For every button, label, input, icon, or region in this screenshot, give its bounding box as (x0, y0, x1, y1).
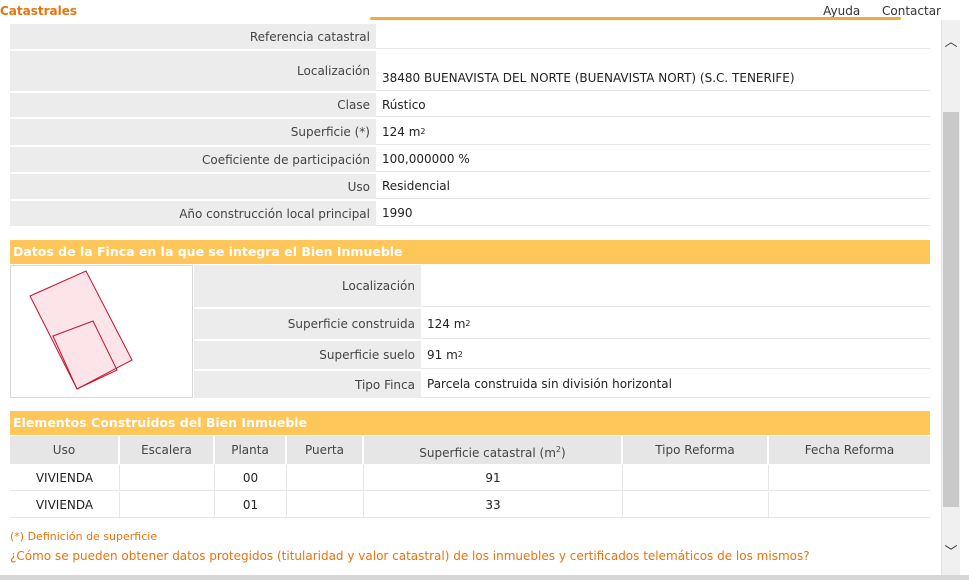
cell-fecha-reforma (769, 465, 930, 491)
cell-planta: 00 (215, 465, 287, 491)
parcel-map[interactable] (10, 265, 193, 398)
parcel-outline-icon (29, 270, 133, 390)
label-superficie-construida: Superficie construida (194, 309, 421, 339)
table-row: VIVIENDA 00 91 (10, 465, 930, 491)
label-finca-localizacion: Localización (194, 265, 421, 307)
header-accent-bar (370, 17, 901, 20)
row-finca-localizacion: Localización (194, 265, 930, 307)
cell-superficie: 33 (364, 492, 623, 518)
label-clase: Clase (10, 93, 376, 117)
label-superficie-suelo: Superficie suelo (194, 341, 421, 369)
top-links: Ayuda Contactar (805, 4, 941, 18)
vertical-scrollbar[interactable]: ︿ ﹀ (941, 20, 960, 575)
cell-uso: VIVIENDA (10, 465, 120, 491)
value-tipo-finca: Parcela construida sin división horizont… (421, 371, 930, 398)
col-header-escalera: Escalera (120, 436, 215, 464)
value-finca-localizacion (421, 265, 930, 307)
app-title: Catastrales (0, 4, 78, 18)
cell-tipo-reforma (623, 465, 769, 491)
label-coeficiente: Coeficiente de participación (10, 147, 376, 172)
cell-tipo-reforma (623, 492, 769, 518)
label-localizacion: Localización (10, 51, 376, 91)
col-header-planta: Planta (215, 436, 287, 464)
value-superficie-suelo-number: 91 m (427, 347, 458, 362)
cell-planta: 01 (215, 492, 287, 518)
value-anio: 1990 (376, 201, 930, 226)
value-superficie-number: 124 m (382, 124, 421, 139)
label-superficie[interactable]: Superficie (*) (10, 119, 376, 145)
help-link[interactable]: Ayuda (823, 4, 860, 18)
superscript-2: 2 (420, 127, 426, 136)
value-uso: Residencial (376, 174, 930, 199)
value-superficie-suelo: 91 m2 (421, 341, 930, 369)
row-clase: Clase Rústico (10, 93, 930, 117)
row-superficie: Superficie (*) 124 m2 (10, 119, 930, 145)
chevron-up-icon[interactable]: ︿ (942, 34, 960, 52)
value-superficie-construida-number: 124 m (427, 316, 466, 331)
col-header-superficie-text: Superficie catastral (m (419, 446, 556, 460)
row-superficie-construida: Superficie construida 124 m2 (194, 309, 930, 339)
col-header-puerta: Puerta (287, 436, 364, 464)
value-localizacion: 38480 BUENAVISTA DEL NORTE (BUENAVISTA N… (376, 51, 930, 91)
col-header-uso: Uso (10, 436, 120, 464)
chevron-down-icon[interactable]: ﹀ (942, 544, 960, 562)
window-bottom-edge (0, 575, 969, 580)
value-superficie-construida: 124 m2 (421, 309, 930, 339)
row-localizacion: Localización 38480 BUENAVISTA DEL NORTE … (10, 51, 930, 91)
section-finca-header: Datos de la Finca en la que se integra e… (10, 240, 930, 264)
col-header-fecha-reforma: Fecha Reforma (769, 436, 930, 464)
cell-fecha-reforma (769, 492, 930, 518)
cell-escalera (120, 465, 215, 491)
cell-uso: VIVIENDA (10, 492, 120, 518)
value-clase: Rústico (376, 93, 930, 117)
datos-protegidos-link[interactable]: ¿Cómo se pueden obtener datos protegidos… (10, 549, 810, 563)
cell-escalera (120, 492, 215, 518)
label-anio: Año construcción local principal (10, 201, 376, 226)
col-header-superficie: Superficie catastral (m2) (364, 436, 623, 464)
cell-puerta (287, 492, 364, 518)
superscript-2: 2 (465, 319, 471, 328)
elementos-table-header: Uso Escalera Planta Puerta Superficie ca… (10, 436, 930, 464)
row-uso: Uso Residencial (10, 174, 930, 199)
cell-puerta (287, 465, 364, 491)
row-coeficiente: Coeficiente de participación 100,000000 … (10, 147, 930, 172)
value-coeficiente: 100,000000 % (376, 147, 930, 172)
section-elementos-header: Elementos Construidos del Bien Inmueble (10, 411, 930, 435)
label-tipo-finca: Tipo Finca (194, 371, 421, 398)
row-tipo-finca: Tipo Finca Parcela construida sin divisi… (194, 371, 930, 398)
col-header-superficie-close: ) (561, 446, 566, 460)
row-referencia: Referencia catastral (10, 24, 930, 49)
value-superficie: 124 m2 (376, 119, 930, 145)
contact-link[interactable]: Contactar (882, 4, 941, 18)
row-anio: Año construcción local principal 1990 (10, 201, 930, 226)
superscript-2: 2 (457, 350, 463, 359)
col-header-tipo-reforma: Tipo Reforma (623, 436, 769, 464)
label-uso: Uso (10, 174, 376, 199)
definicion-superficie-link[interactable]: (*) Definición de superficie (10, 530, 157, 543)
top-bar: Catastrales Ayuda Contactar (0, 0, 941, 20)
window-edge (960, 20, 969, 580)
value-referencia (376, 24, 930, 49)
label-referencia: Referencia catastral (10, 24, 376, 49)
scrollbar-thumb[interactable] (943, 112, 959, 507)
table-row: VIVIENDA 01 33 (10, 492, 930, 518)
cell-superficie: 91 (364, 465, 623, 491)
row-superficie-suelo: Superficie suelo 91 m2 (194, 341, 930, 369)
